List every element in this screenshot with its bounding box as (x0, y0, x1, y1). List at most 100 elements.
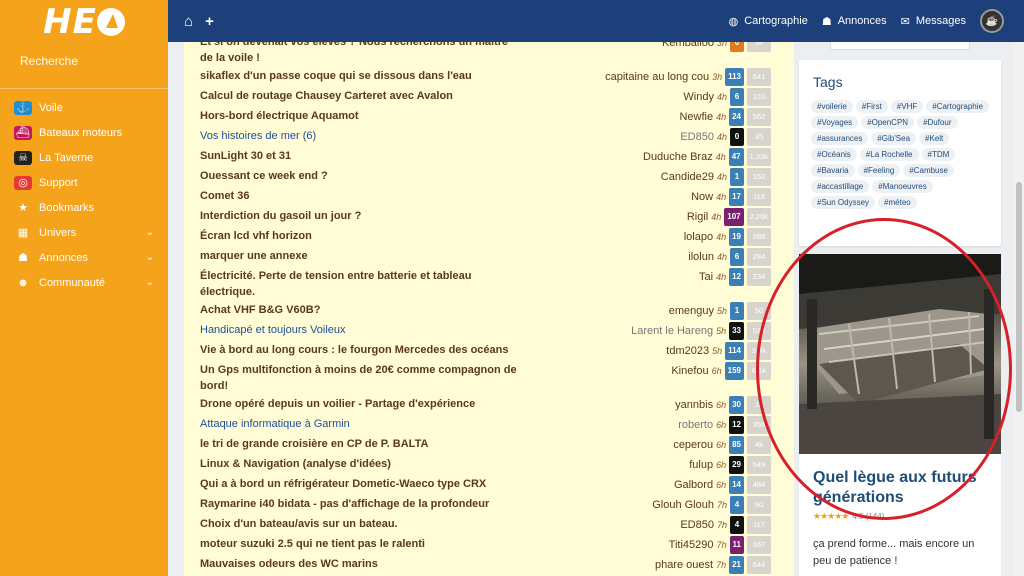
tag-chip[interactable]: #Bavaria (811, 164, 855, 177)
topic-meta: Glouh Glouh 7h 4 60 (652, 496, 794, 514)
tag-chip[interactable]: #Manoeuvres (872, 180, 933, 193)
sidebar-item-bookmarks[interactable]: ★ Bookmarks (0, 195, 168, 220)
tag-chip[interactable]: #OpenCPN (861, 116, 915, 129)
tag-chip[interactable]: #Cartographie (926, 100, 989, 113)
topic-author[interactable]: yannbis (675, 397, 713, 413)
tag-chip[interactable]: #assurances (811, 132, 869, 145)
topic-title-link[interactable]: le tri de grande croisière en CP de P. B… (200, 436, 518, 452)
nav-link-cartographie[interactable]: ◍ Cartographie (729, 15, 808, 28)
topic-title-link[interactable]: Vos histoires de mer (6) (200, 128, 518, 144)
topic-author[interactable]: ED850 (680, 517, 714, 533)
topic-title-link[interactable]: Handicapé et toujours Voileux (200, 322, 518, 338)
topic-title-link[interactable]: sikaflex d'un passe coque qui se dissous… (200, 68, 518, 84)
nav-link-annonces[interactable]: ☗ Annonces (822, 15, 887, 28)
tag-chip[interactable]: #Cambuse (903, 164, 954, 177)
sidebar-item-univers[interactable]: ▦ Univers ⌄ (0, 220, 168, 245)
topic-title-link[interactable]: Qui a à bord un réfrigérateur Dometic-Wa… (200, 476, 518, 492)
view-count-badge: 6,1k (747, 362, 771, 380)
tag-chip[interactable]: #Feeling (857, 164, 901, 177)
topic-author[interactable]: lolapo (684, 229, 713, 245)
topic-title-link[interactable]: Ouessant ce week end ? (200, 168, 518, 184)
tag-chip[interactable]: #Dufour (917, 116, 958, 129)
topic-title-link[interactable]: Un Gps multifonction à moins de 20€ comm… (200, 362, 518, 394)
article-image[interactable] (799, 254, 1001, 454)
logo[interactable]: HE (0, 0, 168, 44)
topic-author[interactable]: phare ouest (655, 557, 713, 573)
tag-chip[interactable]: #Kelt (919, 132, 950, 145)
article-card[interactable]: Quel lègue aux futurs générations ★★★★★ … (799, 254, 1001, 576)
topic-title-link[interactable]: Vie à bord au long cours : le fourgon Me… (200, 342, 518, 358)
topic-author[interactable]: Now (691, 189, 713, 205)
topic-author[interactable]: ceperou (673, 437, 713, 453)
topic-author[interactable]: ilolun (688, 249, 714, 265)
sidebar-item-annonces[interactable]: ☗ Annonces ⌄ (0, 245, 168, 270)
topic-author[interactable]: Rigil (687, 209, 708, 225)
topic-title-link[interactable]: Et si on devenait vos élèves ? Nous rech… (200, 42, 518, 66)
topic-author[interactable]: roberto (678, 417, 713, 433)
topic-author[interactable]: Titi45290 (669, 537, 714, 553)
topic-title-link[interactable]: Linux & Navigation (analyse d'idées) (200, 456, 518, 472)
topic-title-link[interactable]: SunLight 30 et 31 (200, 148, 518, 164)
topic-title-link[interactable]: Attaque informatique à Garmin (200, 416, 518, 432)
tag-chip[interactable]: #VHF (890, 100, 924, 113)
topic-title-link[interactable]: Interdiction du gasoil un jour ? (200, 208, 518, 224)
topic-author[interactable]: Duduche Braz (643, 149, 713, 165)
avatar[interactable]: ☕ (980, 9, 1004, 33)
topic-author[interactable]: Tai (699, 269, 713, 285)
sidebar-item-label: La Taverne (39, 151, 94, 164)
tag-chip[interactable]: #accastillage (811, 180, 870, 193)
search-link[interactable]: Recherche (0, 44, 168, 88)
topic-author[interactable]: Larent le Hareng (631, 323, 713, 339)
article-title[interactable]: Quel lègue aux futurs générations (799, 454, 1001, 508)
topic-title-link[interactable]: Écran lcd vhf horizon (200, 228, 518, 244)
nav-link-messages[interactable]: ✉ Messages (901, 15, 966, 28)
tag-chip[interactable]: #méteo (878, 196, 917, 209)
topic-author[interactable]: tdm2023 (666, 343, 709, 359)
topic-title-link[interactable]: Choix d'un bateau/avis sur un bateau. (200, 516, 518, 532)
tag-chip[interactable]: #Océanis (811, 148, 857, 161)
topic-author[interactable]: Kinefou (671, 363, 708, 379)
topic-author[interactable]: Newfie (679, 109, 713, 125)
tag-chip[interactable]: #La Rochelle (859, 148, 919, 161)
topic-meta: phare ouest 7h 21 644 (655, 556, 794, 574)
topic-author[interactable]: fulup (689, 457, 713, 473)
topic-author[interactable]: Glouh Glouh (652, 497, 714, 513)
topic-author[interactable]: emenguy (669, 303, 714, 319)
topic-author[interactable]: Kemballoo (662, 42, 714, 51)
add-icon[interactable]: + (205, 13, 214, 30)
topic-author[interactable]: ED850 (680, 129, 714, 145)
page-scrollbar[interactable] (1014, 42, 1024, 576)
tag-chip[interactable]: #voilerie (811, 100, 853, 113)
topic-title-link[interactable]: Hors-bord électrique Aquamot (200, 108, 518, 124)
reply-count-badge: 30 (729, 396, 744, 414)
tag-chip[interactable]: #TDM (921, 148, 956, 161)
sidebar-item-support[interactable]: ◎ Support (0, 170, 168, 195)
scrollbar-thumb[interactable] (1016, 182, 1022, 412)
topic-author[interactable]: capitaine au long cou (605, 69, 709, 85)
sidebar-item-voile[interactable]: ⚓ Voile (0, 95, 168, 120)
topic-title-link[interactable]: Drone opéré depuis un voilier - Partage … (200, 396, 518, 412)
topic-title-link[interactable]: marquer une annexe (200, 248, 518, 264)
tag-chip[interactable]: #Voyages (811, 116, 859, 129)
sidebar-item-bateaux-moteurs[interactable]: ⛴ Bateaux moteurs (0, 120, 168, 145)
topic-title-link[interactable]: Calcul de routage Chausey Carteret avec … (200, 88, 518, 104)
topic-title-link[interactable]: moteur suzuki 2.5 qui ne tient pas le ra… (200, 536, 518, 552)
topic-meta: fulup 6h 29 549 (689, 456, 794, 474)
sidebar-item-la-taverne[interactable]: ☠ La Taverne (0, 145, 168, 170)
topic-title-link[interactable]: Électricité. Perte de tension entre batt… (200, 268, 518, 300)
sidebar-item-communaut-[interactable]: ☻ Communauté ⌄ (0, 270, 168, 295)
topic-title-link[interactable]: Achat VHF B&G V60B? (200, 302, 518, 318)
tag-chip[interactable]: #Gib'Sea (871, 132, 917, 145)
tag-chip[interactable]: #First (855, 100, 888, 113)
view-count-badge: 1,33k (746, 148, 771, 166)
topic-title-link[interactable]: Mauvaises odeurs des WC marins (200, 556, 518, 572)
topic-title-link[interactable]: Raymarine i40 bidata - pas d'affichage d… (200, 496, 518, 512)
view-count-badge: 534 (747, 322, 771, 340)
topic-title-link[interactable]: Comet 36 (200, 188, 518, 204)
topic-author[interactable]: Galbord (674, 477, 713, 493)
tag-chip[interactable]: #Sun Odyssey (811, 196, 876, 209)
chevron-down-icon: ⌄ (145, 277, 154, 288)
home-icon[interactable]: ⌂ (184, 13, 193, 30)
topic-author[interactable]: Candide29 (661, 169, 714, 185)
topic-author[interactable]: Windy (683, 89, 714, 105)
